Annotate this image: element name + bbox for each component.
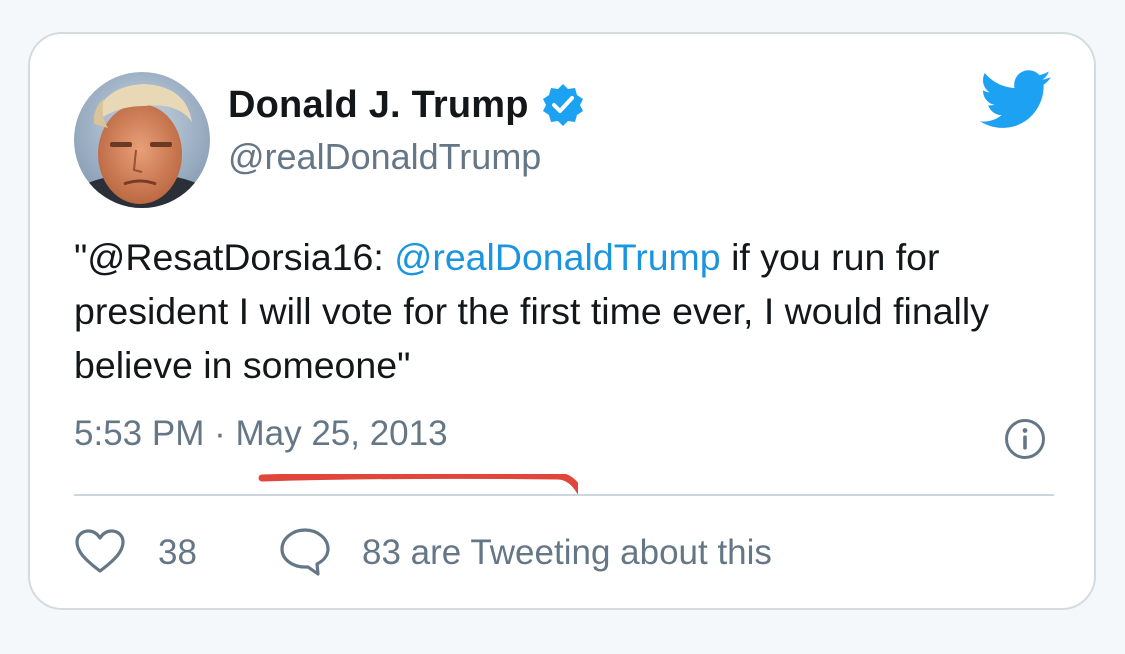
- like-count: 38: [158, 533, 197, 572]
- tweet-time[interactable]: 5:53 PM: [74, 414, 204, 453]
- tweet-body: "@ResatDorsia16: @realDonaldTrump if you…: [74, 230, 1034, 392]
- tweeting-about-link[interactable]: 83 are Tweeting about this: [278, 526, 772, 581]
- tweet-timestamp: 5:53 PM · May 25, 2013: [74, 414, 448, 454]
- speech-bubble-icon: [278, 526, 332, 581]
- avatar-photo: [74, 72, 210, 208]
- author-handle[interactable]: @realDonaldTrump: [228, 136, 541, 178]
- mention-link[interactable]: @realDonaldTrump: [394, 236, 720, 278]
- meta-separator: ·: [204, 414, 236, 453]
- like-button[interactable]: 38: [74, 528, 197, 578]
- twitter-bird-icon[interactable]: [980, 70, 1052, 130]
- tweet-text-start: "@ResatDorsia16:: [74, 236, 395, 278]
- heart-icon: [74, 528, 126, 579]
- info-icon[interactable]: [1004, 418, 1046, 460]
- tweet-date[interactable]: May 25, 2013: [235, 414, 447, 453]
- tweet-card: Donald J. Trump @realDonaldTrump "@Resat…: [28, 32, 1096, 610]
- tweeting-about-label: 83 are Tweeting about this: [362, 533, 772, 572]
- author-name-row: Donald J. Trump: [228, 78, 587, 132]
- author-avatar[interactable]: [74, 72, 210, 208]
- divider: [74, 494, 1054, 496]
- author-display-name[interactable]: Donald J. Trump: [228, 84, 529, 127]
- verified-badge-icon: [539, 81, 587, 129]
